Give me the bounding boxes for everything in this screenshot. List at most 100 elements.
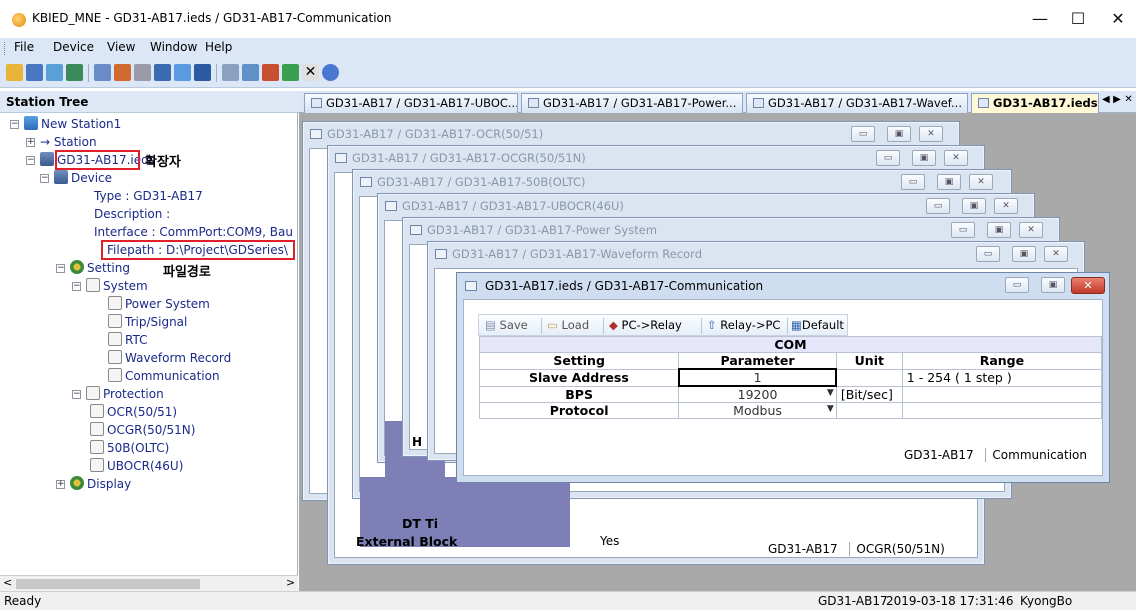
menu-window[interactable]: Window [150,40,197,54]
monitor-icon[interactable] [174,64,191,81]
tree-station[interactable]: + → Station [26,133,97,151]
restore-icon[interactable]: ▣ [887,126,911,142]
minimize-icon[interactable]: ▭ [876,150,900,166]
close-icon[interactable]: ✕ [969,174,993,190]
collapse-icon[interactable]: − [72,282,81,291]
column-header-setting: Setting [478,352,680,370]
chevron-down-icon[interactable]: ▼ [827,388,834,398]
page-icon [90,440,104,454]
search-icon[interactable] [114,64,131,81]
restore-icon[interactable]: ▣ [1012,246,1036,262]
chart-icon[interactable] [262,64,279,81]
tree-type[interactable]: Type : GD31-AB17 [94,187,203,205]
tab-nav-icon[interactable]: ◀ ▶ ✕ [1102,94,1133,105]
menu-device[interactable]: Device [53,40,94,54]
expand-icon[interactable]: + [26,138,35,147]
window-icon [311,98,322,108]
tree-protection[interactable]: − Protection [72,385,164,403]
collapse-icon[interactable]: − [72,390,81,399]
tab-uboc[interactable]: GD31-AB17 / GD31-AB17-UBOC... [304,93,518,113]
menu-file[interactable]: File [14,40,34,54]
page-icon [86,386,100,400]
tile-icon[interactable] [242,64,259,81]
expand-icon[interactable]: + [56,480,65,489]
cancel-icon[interactable]: ✕ [302,64,319,81]
pc-to-relay-button[interactable]: ◆ PC->Relay [609,318,682,332]
close-icon[interactable]: ✕ [994,198,1018,214]
help-icon[interactable] [322,64,339,81]
close-icon[interactable]: ✕ [1019,222,1043,238]
tree-item-ocr[interactable]: OCR(50/51) [90,403,177,421]
minimize-icon[interactable]: ▭ [1005,277,1029,293]
table-row: Slave Address 1 1 - 254 ( 1 step ) [478,368,1103,387]
tree-item-ocgr[interactable]: OCGR(50/51N) [90,421,195,439]
network-icon[interactable] [66,64,83,81]
close-icon[interactable]: ✕ [1044,246,1068,262]
cascade-icon[interactable] [222,64,239,81]
load-button[interactable]: ▭ Load [547,318,589,332]
com-settings-table: COM Setting Parameter Unit Range Slave A… [478,336,1103,419]
save-icon[interactable] [26,64,43,81]
tree-item-rtc[interactable]: RTC [108,331,147,349]
page-icon [108,368,122,382]
tree-display[interactable]: + Display [56,475,131,493]
scroll-left-icon[interactable]: < [3,576,12,589]
default-button[interactable]: ▦Default [791,318,844,332]
close-icon[interactable]: ✕ [1071,277,1105,294]
tab-communication[interactable]: GD31-AB17.ieds / G [971,93,1099,113]
tree-system[interactable]: − System [72,277,148,295]
tab-power[interactable]: GD31-AB17 / GD31-AB17-Power... [521,93,743,113]
connect-icon[interactable] [46,64,63,81]
close-button[interactable]: ✕ [1095,6,1136,34]
minimize-icon[interactable]: ▭ [851,126,875,142]
tree-item-waveform-record[interactable]: Waveform Record [108,349,231,367]
list-icon[interactable] [94,64,111,81]
open-folder-icon[interactable] [6,64,23,81]
restore-icon[interactable]: ▣ [962,198,986,214]
tree-interface[interactable]: Interface : CommPort:COM9, Bau [94,223,293,241]
tree-setting[interactable]: − Setting [56,259,130,277]
scroll-right-icon[interactable]: > [286,576,295,589]
scrollbar-thumb[interactable] [16,579,200,589]
minimize-icon[interactable]: ▭ [926,198,950,214]
page-icon [90,422,104,436]
minimize-icon[interactable]: ▭ [976,246,1000,262]
settings-icon[interactable] [134,64,151,81]
protocol-select[interactable]: Modbus ▼ [678,402,837,419]
save-button[interactable]: ▤ Save [485,318,528,332]
menu-view[interactable]: View [107,40,135,54]
default-icon: ▦ [791,318,802,332]
restore-icon[interactable]: ▣ [987,222,1011,238]
tree-item-power-system[interactable]: Power System [108,295,210,313]
tree-item-ubocr[interactable]: UBOCR(46U) [90,457,183,475]
collapse-icon[interactable]: − [10,120,19,129]
tree-item-50b[interactable]: 50B(OLTC) [90,439,169,457]
tab-wavef[interactable]: GD31-AB17 / GD31-AB17-Wavef... [746,93,968,113]
table-row: BPS 19200 ▼ [Bit/sec] [478,385,1103,403]
tree-description[interactable]: Description : [94,205,170,223]
restore-icon[interactable]: ▣ [912,150,936,166]
relay-to-pc-button[interactable]: ⇧ Relay->PC [707,318,780,332]
collapse-icon[interactable]: − [26,156,35,165]
tree-item-communication[interactable]: Communication [108,367,220,385]
menu-help[interactable]: Help [205,40,232,54]
download-icon[interactable] [282,64,299,81]
grid-icon[interactable] [194,64,211,81]
chevron-down-icon[interactable]: ▼ [827,404,834,414]
tree-horizontal-scrollbar[interactable]: < > [0,575,298,591]
tree-root[interactable]: − New Station1 [10,115,121,133]
slave-address-input[interactable]: 1 [677,368,838,387]
close-icon[interactable]: ✕ [919,126,943,142]
tree-item-trip-signal[interactable]: Trip/Signal [108,313,187,331]
refresh-icon[interactable] [154,64,171,81]
close-icon[interactable]: ✕ [944,150,968,166]
collapse-icon[interactable]: − [56,264,65,273]
tree-device[interactable]: − Device [40,169,112,187]
collapse-icon[interactable]: − [40,174,49,183]
minimize-icon[interactable]: ▭ [951,222,975,238]
minimize-icon[interactable]: ▭ [901,174,925,190]
restore-icon[interactable]: ▣ [1041,277,1065,293]
child-window-communication[interactable]: GD31-AB17.ieds / GD31-AB17-Communication… [456,272,1110,483]
restore-icon[interactable]: ▣ [937,174,961,190]
bps-select[interactable]: 19200 ▼ [678,385,837,403]
